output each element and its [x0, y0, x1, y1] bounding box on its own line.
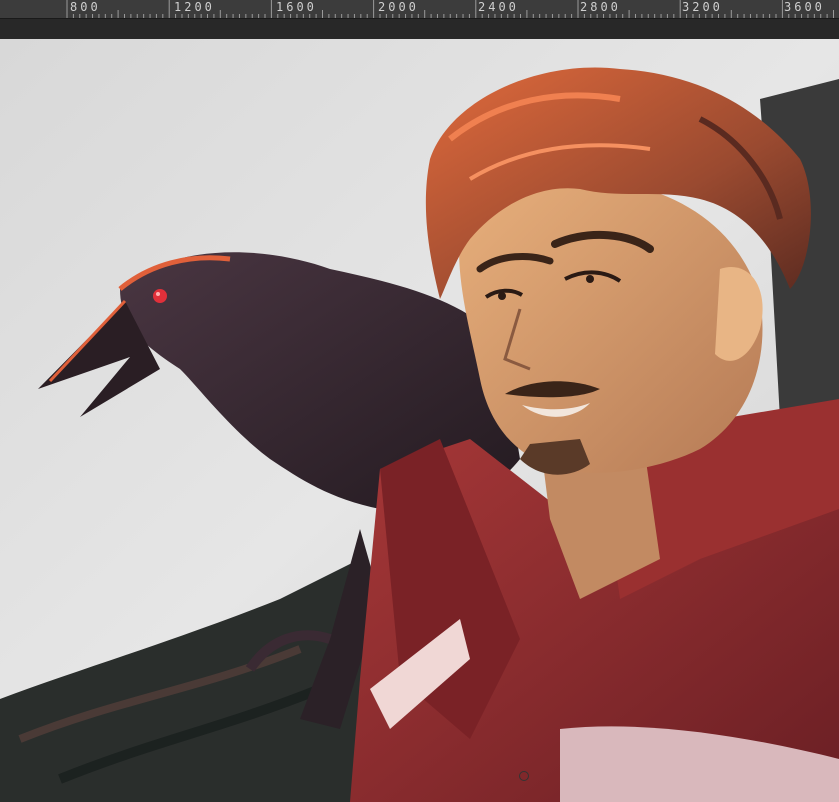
ruler-label: 2800 [580, 0, 621, 14]
painting-artwork [0, 39, 839, 802]
ruler-label: 3600 [784, 0, 825, 14]
ruler-label: 1600 [276, 0, 317, 14]
ruler-label: 2400 [478, 0, 519, 14]
paint-app-window: 800 1200 1600 2000 2400 2800 3200 3600 [0, 0, 839, 802]
ruler-label: 800 [70, 0, 101, 14]
ruler-label: 3200 [682, 0, 723, 14]
ruler-label: 1200 [174, 0, 215, 14]
ruler-label: 2000 [378, 0, 419, 14]
horizontal-ruler[interactable]: 800 1200 1600 2000 2400 2800 3200 3600 [0, 0, 839, 19]
left-pupil [498, 292, 506, 300]
raven-eye [153, 289, 167, 303]
painting-canvas[interactable] [0, 39, 839, 802]
right-pupil [586, 275, 594, 283]
options-bar [0, 19, 839, 39]
eye-glint [156, 292, 160, 296]
brush-cursor-icon [519, 771, 529, 781]
